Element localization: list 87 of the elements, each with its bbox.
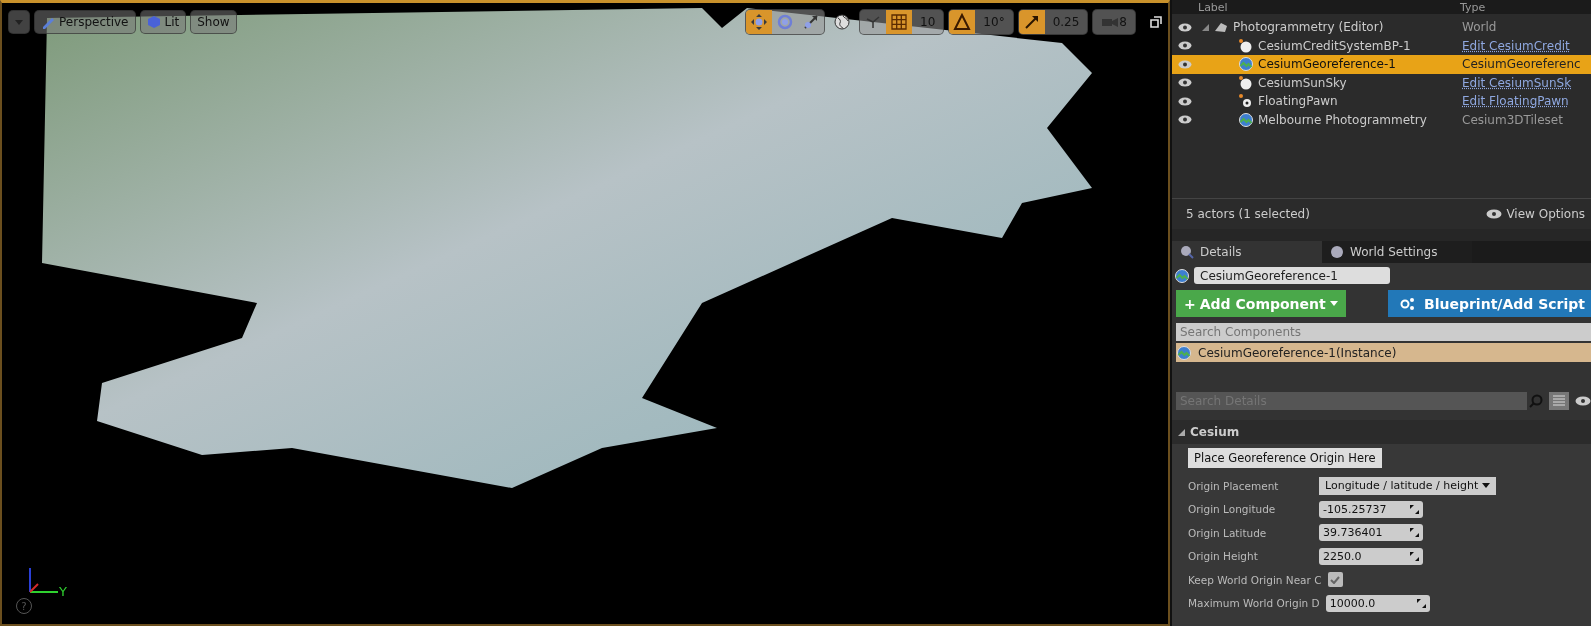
- globe-icon: [1176, 344, 1192, 361]
- angle-snap-toggle[interactable]: [949, 10, 976, 34]
- property-label: Origin Height: [1188, 550, 1259, 563]
- actor-label: Photogrammetry (Editor): [1233, 20, 1384, 35]
- scale-arrow-icon: [802, 13, 821, 31]
- column-header[interactable]: Type: [1460, 0, 1486, 14]
- drag-arrows-icon: [1410, 528, 1419, 538]
- panel-tab[interactable]: Details: [1172, 241, 1322, 263]
- actor-label: FloatingPawn: [1258, 94, 1338, 109]
- cube-icon: [146, 15, 161, 29]
- actor-count: 5 actors (1 selected): [1186, 207, 1310, 221]
- eye-icon[interactable]: [1178, 59, 1192, 69]
- search-icon: [1529, 394, 1543, 408]
- outliner-row[interactable]: FloatingPawn Edit FloatingPawn: [1172, 92, 1591, 111]
- globe-icon: [834, 14, 851, 30]
- globe-icon: [1238, 56, 1254, 73]
- edit-blueprint-link[interactable]: Edit CesiumSunSk: [1462, 75, 1572, 90]
- globe-icon: [1238, 111, 1254, 128]
- property-label: Origin Latitude: [1188, 526, 1268, 539]
- drag-arrows-icon: [1410, 504, 1419, 514]
- actor-label: Melbourne Photogrammetry: [1258, 112, 1427, 127]
- number-field[interactable]: 39.736401: [1319, 524, 1423, 542]
- eye-icon[interactable]: [1178, 96, 1192, 106]
- category-header[interactable]: Cesium: [1172, 420, 1591, 444]
- grid-snap-toggle[interactable]: [886, 10, 913, 34]
- perspective-menu[interactable]: Perspective: [34, 10, 136, 34]
- number-field[interactable]: -105.25737: [1319, 500, 1423, 518]
- eye-icon[interactable]: [1178, 115, 1192, 125]
- actor-type: CesiumGeoreferenc: [1462, 57, 1581, 72]
- eye-icon: [1486, 209, 1503, 219]
- property-label: Maximum World Origin D: [1188, 597, 1321, 610]
- outliner-row[interactable]: CesiumCreditSystemBP-1 Edit CesiumCredit: [1172, 36, 1591, 55]
- outliner-row[interactable]: CesiumSunSky Edit CesiumSunSk: [1172, 73, 1591, 92]
- lit-menu[interactable]: Lit: [139, 10, 187, 34]
- pencil-icon: [41, 15, 55, 29]
- axis-label: Y: [59, 584, 67, 599]
- grid-icon: [890, 13, 909, 31]
- eye-icon[interactable]: [1178, 41, 1192, 51]
- sphere-icon: [1238, 37, 1254, 54]
- column-header[interactable]: Label: [1198, 0, 1460, 14]
- drag-arrows-icon: [1410, 551, 1419, 561]
- triangle-icon: [953, 13, 972, 31]
- caret-icon: [1329, 301, 1338, 306]
- component-row[interactable]: CesiumGeoreference-1(Instance): [1176, 343, 1591, 362]
- move-tool-button[interactable]: [746, 10, 773, 34]
- view-options-button[interactable]: View Options: [1480, 206, 1591, 222]
- rotate-ring-icon: [776, 13, 795, 31]
- actor-label: CesiumGeoreference-1: [1258, 57, 1396, 72]
- actor-type: Cesium3DTileset: [1462, 112, 1563, 127]
- property-label: Origin Longitude: [1188, 503, 1277, 516]
- number-field[interactable]: 10000.0: [1325, 594, 1430, 612]
- checkmark-icon: [1330, 575, 1341, 584]
- scale-snap-toggle[interactable]: [1018, 10, 1045, 34]
- edit-blueprint-link[interactable]: Edit FloatingPawn: [1462, 94, 1569, 109]
- sphere-icon: [1238, 74, 1254, 91]
- eye-icon[interactable]: [1178, 22, 1192, 32]
- actor-type: World: [1462, 20, 1497, 35]
- actor-label: CesiumCreditSystemBP-1: [1258, 38, 1411, 53]
- blueprint-script-button[interactable]: Blueprint/Add Script: [1388, 290, 1591, 317]
- maximize-icon[interactable]: [1150, 16, 1162, 28]
- expanded-arrow-icon[interactable]: [1202, 23, 1209, 31]
- outliner-row[interactable]: CesiumGeoreference-1 CesiumGeoreferenc: [1172, 55, 1591, 74]
- camera-icon: [1101, 16, 1120, 28]
- outliner-row[interactable]: Photogrammetry (Editor) World: [1172, 18, 1591, 37]
- place-origin-button[interactable]: Place Georeference Origin Here: [1188, 448, 1382, 468]
- property-label: Origin Placement: [1188, 479, 1280, 492]
- drag-arrows-icon: [1416, 598, 1426, 608]
- info-icon: [1180, 245, 1194, 259]
- move-arrows-icon: [750, 13, 769, 31]
- placement-dropdown[interactable]: Longitude / latitude / height: [1319, 476, 1497, 495]
- eye-icon[interactable]: [1178, 78, 1192, 88]
- caret-icon: [1482, 483, 1491, 489]
- snap-arrows-icon: [865, 14, 882, 30]
- outliner-row[interactable]: Melbourne Photogrammetry Cesium3DTileset: [1172, 110, 1591, 129]
- caret-icon: [15, 19, 23, 25]
- globe-icon: [1174, 267, 1190, 284]
- sphere-icon: [1330, 245, 1344, 259]
- edit-blueprint-link[interactable]: Edit CesiumCredit: [1462, 38, 1570, 53]
- show-menu[interactable]: Show: [190, 10, 237, 34]
- checkbox[interactable]: [1327, 572, 1343, 588]
- property-label: Keep World Origin Near C: [1188, 573, 1323, 586]
- actor-label: CesiumSunSky: [1258, 75, 1347, 90]
- eye-icon[interactable]: [1575, 396, 1591, 406]
- gears-icon: [1400, 296, 1416, 311]
- pawn-icon: [1238, 93, 1254, 110]
- actor-name-field[interactable]: CesiumGeoreference-1: [1194, 267, 1390, 284]
- number-field[interactable]: 2250.0: [1319, 547, 1423, 565]
